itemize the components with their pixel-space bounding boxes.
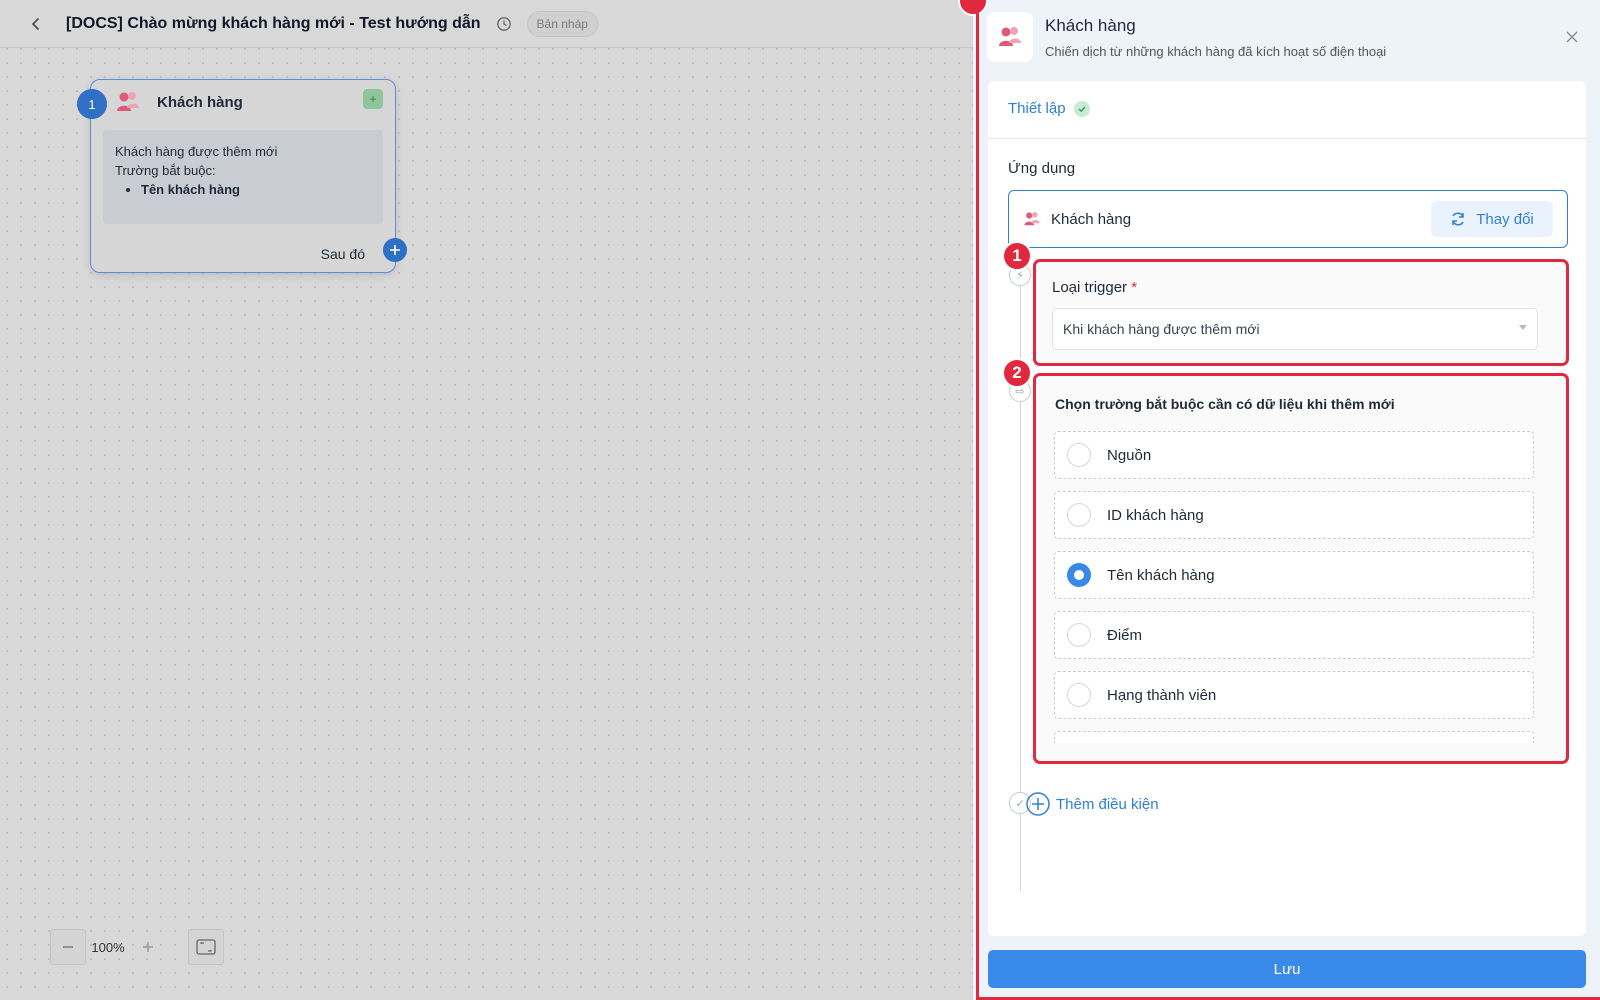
zoom-level: 100% <box>91 939 125 955</box>
field-option-label: Tên khách hàng <box>1107 566 1215 584</box>
field-option-points[interactable]: Điểm <box>1054 611 1534 659</box>
plus-circle-icon <box>1026 792 1050 816</box>
back-button[interactable] <box>18 6 54 42</box>
node-step-number: 1 <box>77 89 107 119</box>
plus-icon <box>390 245 400 255</box>
refresh-icon <box>1452 212 1464 226</box>
minus-icon <box>63 946 73 948</box>
radio-button-selected[interactable] <box>1067 563 1091 587</box>
tab-bar: Thiết lập <box>988 81 1586 139</box>
app-tile <box>987 12 1033 62</box>
field-option-customer-id[interactable]: ID khách hàng <box>1054 491 1534 539</box>
page-title: [DOCS] Chào mừng khách hàng mới - Test h… <box>66 14 481 32</box>
trigger-type-label: Loại trigger * <box>1052 279 1138 296</box>
panel-header: Khách hàng Chiến dịch từ những khách hàn… <box>987 12 1587 68</box>
annotation-badge-2: 2 <box>1002 358 1032 388</box>
node-title: Khách hàng <box>157 94 243 111</box>
node-description: Khách hàng được thêm mới <box>115 144 278 159</box>
radio-button[interactable] <box>1067 503 1091 527</box>
top-bar: [DOCS] Chào mừng khách hàng mới - Test h… <box>0 0 973 48</box>
close-button[interactable] <box>1561 26 1583 48</box>
next-step-label: Sau đó <box>320 246 365 262</box>
field-option-customer-name[interactable]: Tên khách hàng <box>1054 551 1534 599</box>
zoom-controls: 100% <box>50 929 224 965</box>
required-fields-label: Chọn trường bắt buộc cần có dữ liệu khi … <box>1055 396 1395 412</box>
zoom-in-button[interactable] <box>130 929 166 965</box>
add-next-step-button[interactable] <box>383 238 407 262</box>
node-summary: Khách hàng được thêm mới Trường bắt buộc… <box>103 130 383 224</box>
fit-view-button[interactable] <box>188 929 224 965</box>
change-app-label: Thay đổi <box>1476 210 1534 228</box>
add-condition-label: Thêm điều kiện <box>1056 795 1159 813</box>
tab-setup[interactable]: Thiết lập <box>1008 100 1090 117</box>
calendar-plus-icon: + <box>363 89 383 109</box>
node-required-field: Tên khách hàng <box>141 180 371 199</box>
customers-icon <box>1023 210 1041 228</box>
tab-setup-label: Thiết lập <box>1008 100 1066 117</box>
annotation-badge-1: 1 <box>1002 241 1032 271</box>
app-name: Khách hàng <box>1051 210 1132 228</box>
chevron-left-icon <box>31 17 39 30</box>
fit-screen-icon <box>196 939 216 955</box>
check-icon <box>1073 100 1090 117</box>
field-option-label: ID khách hàng <box>1107 506 1204 524</box>
panel-title: Khách hàng <box>1045 16 1136 35</box>
trigger-node[interactable]: 1 Khách hàng + Khách hàng được thêm mới … <box>77 79 407 273</box>
panel-subtitle: Chiến dịch từ những khách hàng đã kích h… <box>1045 44 1387 59</box>
close-icon <box>1566 31 1578 43</box>
required-fields-section: Chọn trường bắt buộc cần có dữ liệu khi … <box>1033 373 1569 764</box>
status-badge: Bản nháp <box>526 10 598 37</box>
add-condition-button[interactable]: Thêm điều kiện <box>1026 792 1159 816</box>
customers-icon <box>115 89 141 120</box>
customers-icon <box>999 27 1021 46</box>
selected-app: Khách hàng Thay đổi <box>1008 190 1568 248</box>
trigger-type-select[interactable]: Khi khách hàng được thêm mới <box>1052 308 1538 350</box>
radio-button[interactable] <box>1067 443 1091 467</box>
zoom-out-button[interactable] <box>50 929 86 965</box>
required-fields-list[interactable]: Nguồn ID khách hàng Tên khách hàng Điểm … <box>1054 431 1536 743</box>
field-option-label: Nguồn <box>1107 446 1152 464</box>
trigger-type-section: Loại trigger * Khi khách hàng được thêm … <box>1033 259 1569 366</box>
radio-button[interactable] <box>1067 683 1091 707</box>
change-app-button[interactable]: Thay đổi <box>1431 201 1553 237</box>
history-icon[interactable] <box>495 15 513 33</box>
field-option-source[interactable]: Nguồn <box>1054 431 1534 479</box>
node-required-label: Trường bắt buộc: <box>115 163 216 178</box>
plus-icon <box>143 942 153 952</box>
field-option-partial[interactable] <box>1054 731 1534 743</box>
save-button[interactable]: Lưu <box>988 950 1586 988</box>
field-option-label: Điểm <box>1107 626 1143 644</box>
chevron-down-icon <box>1519 325 1527 330</box>
field-option-label: Hạng thành viên <box>1107 686 1217 704</box>
field-option-membership-tier[interactable]: Hạng thành viên <box>1054 671 1534 719</box>
trigger-type-value: Khi khách hàng được thêm mới <box>1063 321 1260 337</box>
settings-card: Thiết lập Ứng dụng Khách hàng Thay đổi ⚡… <box>988 81 1586 936</box>
app-section-label: Ứng dụng <box>1008 160 1076 177</box>
radio-button[interactable] <box>1067 623 1091 647</box>
